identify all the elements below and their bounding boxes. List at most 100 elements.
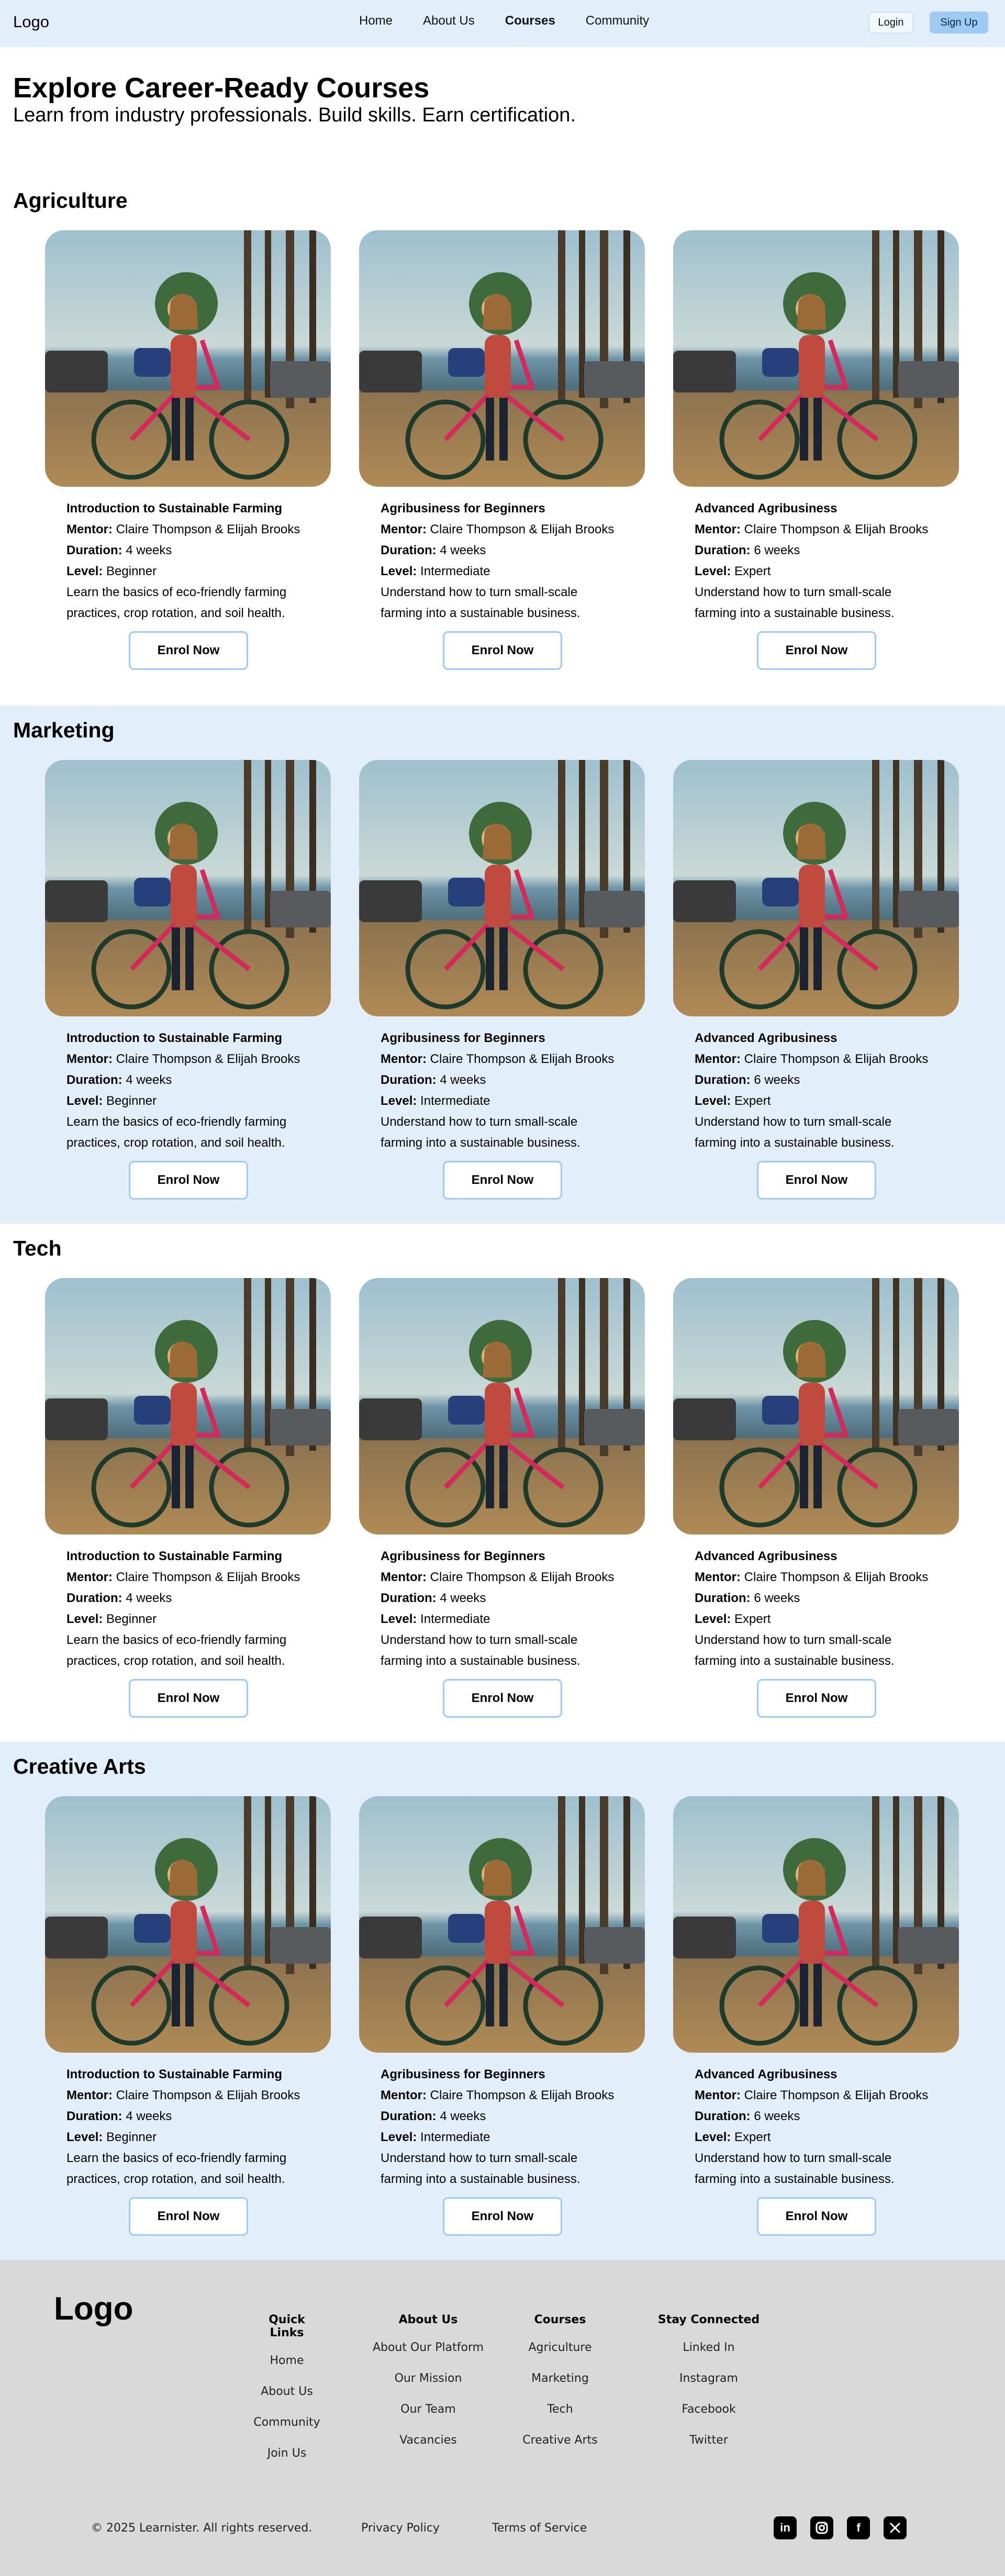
mentor-value: Claire Thompson & Elijah Brooks [116, 522, 300, 536]
course-card: Agribusiness for Beginners Mentor: Clair… [359, 1278, 645, 1718]
course-level: Level: Beginner [66, 1609, 331, 1630]
footer-about-us: About Us About Our Platform Our Mission … [365, 2313, 491, 2465]
course-info: Agribusiness for Beginners Mentor: Clair… [359, 1535, 645, 1672]
footer-link-community[interactable]: Community [250, 2416, 323, 2429]
course-title: Advanced Agribusiness [695, 2067, 838, 2081]
footer-stay-connected: Stay Connected Linked In Instagram Faceb… [651, 2313, 766, 2465]
duration-value: 4 weeks [126, 543, 172, 557]
course-description-line-2: farming into a sustainable business. [381, 1136, 580, 1150]
enrol-now-button[interactable]: Enrol Now [757, 1161, 876, 1200]
course-cards: Introduction to Sustainable Farming Ment… [0, 214, 1005, 688]
enrol-now-button[interactable]: Enrol Now [129, 631, 248, 670]
login-button[interactable]: Login [868, 12, 913, 33]
course-cards: Introduction to Sustainable Farming Ment… [0, 1261, 1005, 1735]
footer-link-our-mission[interactable]: Our Mission [365, 2372, 491, 2385]
enrol-now-button[interactable]: Enrol Now [443, 2197, 562, 2236]
x-icon[interactable] [884, 2516, 907, 2539]
level-label: Level: [381, 2130, 417, 2144]
mentor-label: Mentor: [695, 1052, 741, 1066]
mentor-value: Claire Thompson & Elijah Brooks [430, 1570, 615, 1584]
footer-heading: Courses [534, 2313, 586, 2326]
footer-logo[interactable]: Logo [54, 2290, 133, 2327]
course-image [359, 760, 645, 1016]
enrol-now-button[interactable]: Enrol Now [757, 1679, 876, 1718]
privacy-policy-link[interactable]: Privacy Policy [361, 2522, 440, 2535]
footer-courses: Courses Agriculture Marketing Tech Creat… [513, 2313, 607, 2465]
course-description-line-2: practices, crop rotation, and soil healt… [66, 606, 285, 620]
enrol-now-button[interactable]: Enrol Now [443, 1679, 562, 1718]
category-title: Marketing [13, 718, 115, 742]
footer-link-tech[interactable]: Tech [513, 2403, 607, 2416]
footer-link-our-team[interactable]: Our Team [365, 2403, 491, 2416]
enrol-now-button[interactable]: Enrol Now [443, 631, 562, 670]
course-card: Advanced Agribusiness Mentor: Claire Tho… [673, 230, 959, 670]
facebook-icon[interactable]: f [847, 2516, 870, 2539]
level-value: Expert [734, 2130, 771, 2144]
duration-value: 4 weeks [126, 1591, 172, 1605]
footer-link-instagram[interactable]: Instagram [651, 2372, 766, 2385]
course-level: Level: Intermediate [381, 1091, 645, 1112]
course-mentor: Mentor: Claire Thompson & Elijah Brooks [381, 2085, 645, 2106]
course-mentor: Mentor: Claire Thompson & Elijah Brooks [66, 1567, 331, 1588]
course-mentor: Mentor: Claire Thompson & Elijah Brooks [381, 1567, 645, 1588]
course-duration: Duration: 4 weeks [381, 1588, 645, 1609]
nav-community[interactable]: Community [586, 14, 649, 28]
nav-home[interactable]: Home [359, 14, 393, 28]
duration-label: Duration: [695, 543, 751, 557]
course-description-line-2: farming into a sustainable business. [695, 1136, 895, 1150]
enrol-now-button[interactable]: Enrol Now [757, 2197, 876, 2236]
footer-link-about-us[interactable]: About Us [250, 2385, 323, 2398]
footer-link-creative-arts[interactable]: Creative Arts [513, 2434, 607, 2447]
footer-link-join-us[interactable]: Join Us [250, 2447, 323, 2460]
nav-courses[interactable]: Courses [505, 14, 555, 28]
footer-link-vacancies[interactable]: Vacancies [365, 2434, 491, 2447]
footer-link-facebook[interactable]: Facebook [651, 2403, 766, 2416]
enrol-now-button[interactable]: Enrol Now [129, 1679, 248, 1718]
footer-link-home[interactable]: Home [250, 2354, 323, 2367]
course-info: Agribusiness for Beginners Mentor: Clair… [359, 1016, 645, 1153]
course-level: Level: Expert [695, 1609, 959, 1630]
instagram-icon[interactable] [810, 2516, 833, 2539]
footer-link-linkedin[interactable]: Linked In [651, 2341, 766, 2354]
course-card: Introduction to Sustainable Farming Ment… [45, 1796, 331, 2236]
duration-label: Duration: [695, 2109, 751, 2123]
course-mentor: Mentor: Claire Thompson & Elijah Brooks [381, 519, 645, 540]
level-value: Beginner [106, 1094, 157, 1108]
course-card: Introduction to Sustainable Farming Ment… [45, 1278, 331, 1718]
duration-value: 6 weeks [754, 1073, 800, 1087]
terms-link[interactable]: Terms of Service [492, 2522, 587, 2535]
signup-button[interactable]: Sign Up [930, 12, 988, 33]
enrol-now-button[interactable]: Enrol Now [129, 2197, 248, 2236]
footer-link-about-platform[interactable]: About Our Platform [365, 2341, 491, 2354]
linkedin-icon[interactable]: in [774, 2516, 797, 2539]
course-description-line-2: farming into a sustainable business. [695, 2172, 895, 2186]
category-section: Tech Introduction to Sustainable Farming… [0, 1224, 1005, 1742]
enrol-now-button[interactable]: Enrol Now [129, 1161, 248, 1200]
mentor-label: Mentor: [66, 2088, 113, 2102]
level-value: Beginner [106, 564, 157, 578]
course-image [45, 230, 331, 487]
course-description-line-1: Understand how to turn small-scale [381, 2151, 578, 2165]
course-description-line-2: farming into a sustainable business. [381, 1654, 580, 1668]
enrol-now-button[interactable]: Enrol Now [443, 1161, 562, 1200]
footer-link-twitter[interactable]: Twitter [651, 2434, 766, 2447]
mentor-value: Claire Thompson & Elijah Brooks [116, 2088, 300, 2102]
mentor-value: Claire Thompson & Elijah Brooks [116, 1570, 300, 1584]
footer-link-agriculture[interactable]: Agriculture [513, 2341, 607, 2354]
course-title: Advanced Agribusiness [695, 1549, 838, 1563]
footer-link-marketing[interactable]: Marketing [513, 2372, 607, 2385]
course-level: Level: Expert [695, 561, 959, 582]
nav-about-us[interactable]: About Us [423, 14, 475, 28]
mentor-value: Claire Thompson & Elijah Brooks [744, 2088, 929, 2102]
duration-value: 4 weeks [440, 1591, 486, 1605]
mentor-label: Mentor: [695, 1570, 741, 1584]
course-duration: Duration: 4 weeks [381, 1070, 645, 1091]
site-logo[interactable]: Logo [13, 13, 49, 31]
course-info: Advanced Agribusiness Mentor: Claire Tho… [673, 1535, 959, 1672]
course-mentor: Mentor: Claire Thompson & Elijah Brooks [381, 1049, 645, 1070]
course-title: Agribusiness for Beginners [381, 501, 545, 516]
enrol-now-button[interactable]: Enrol Now [757, 631, 876, 670]
course-title: Introduction to Sustainable Farming [66, 501, 283, 516]
course-description-line-2: farming into a sustainable business. [695, 606, 895, 620]
course-info: Introduction to Sustainable Farming Ment… [45, 1535, 331, 1672]
